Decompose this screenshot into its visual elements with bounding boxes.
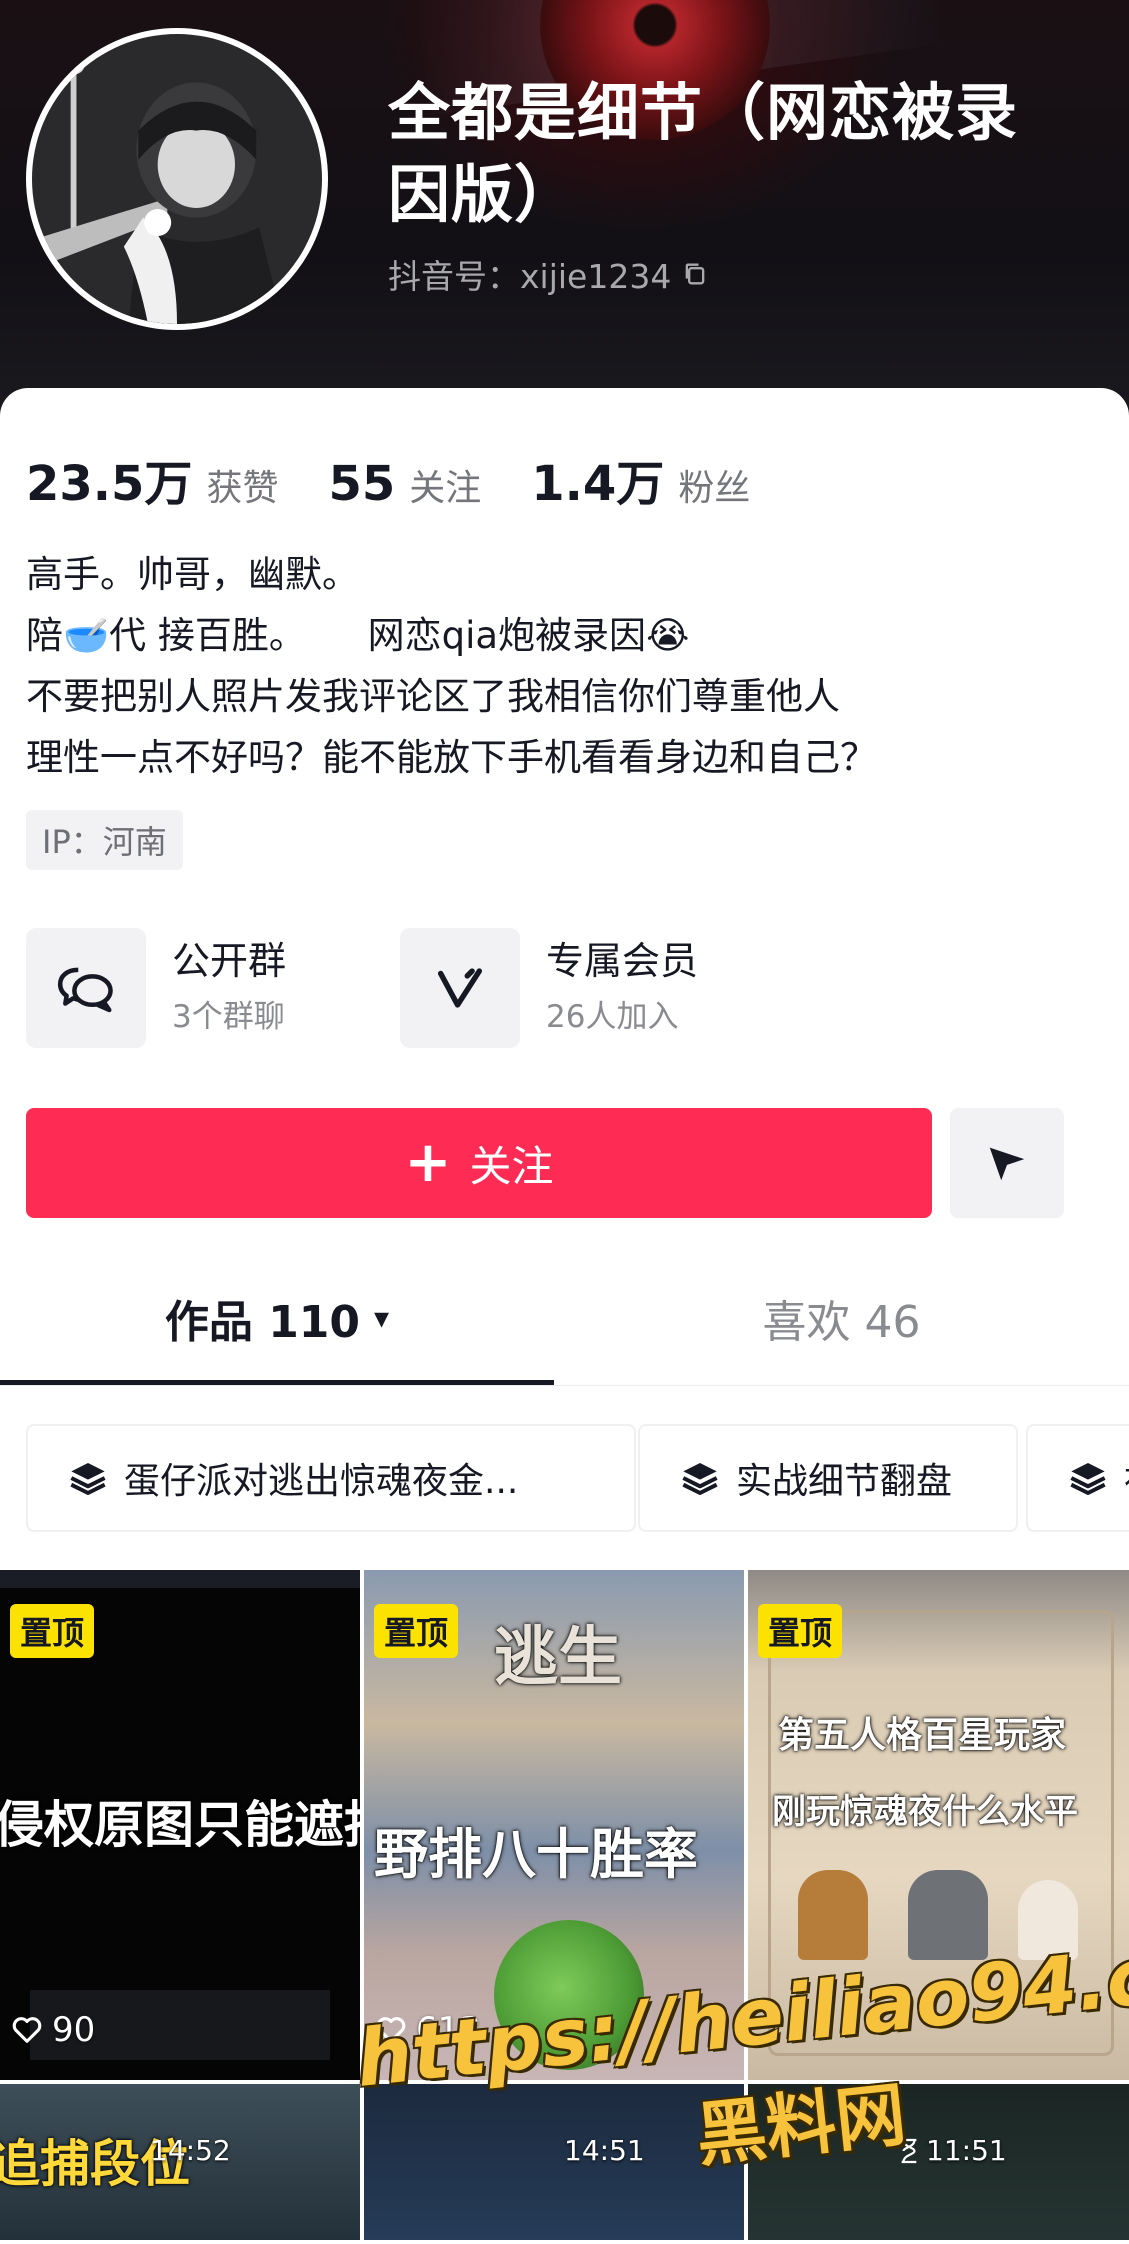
caret-down-icon: ▾ (374, 1300, 390, 1336)
video-caption: 刚玩惊魂夜什么水平 (772, 1792, 1078, 1832)
group-subtitle: 26人加入 (546, 999, 679, 1035)
profile-name: 全都是细节（网恋被录因版） (388, 76, 1019, 231)
stat-value: 23.5万 (26, 456, 193, 512)
tab-works[interactable]: 作品 110 ▾ (0, 1268, 554, 1368)
bio-text: 陪 (26, 614, 63, 657)
crying-emoji: 😭 (646, 614, 690, 657)
collection-label: 神 (1124, 1452, 1129, 1504)
like-count-value: 613 (416, 2010, 481, 2050)
collection-chip[interactable]: 蛋仔派对逃出惊魂夜金... (26, 1424, 636, 1532)
video-caption: 野排八十胜率 (374, 1823, 698, 1886)
like-count: 613 (374, 2010, 481, 2050)
follow-label: 关注 (469, 1141, 554, 1191)
stat-likes[interactable]: 23.5万 获赞 (26, 444, 278, 514)
bio-text: 代 接百胜。 (109, 614, 306, 657)
video-caption: 侵权原图只能遮挡 (0, 1796, 360, 1854)
stat-followers[interactable]: 1.4万 粉丝 (531, 444, 750, 514)
follow-row: + 关注 (26, 1108, 1106, 1218)
video-tile[interactable]: 置顶 侵权原图只能遮挡 90 (0, 1570, 360, 2080)
match-timer: 14:51 (564, 2134, 645, 2167)
video-caption-top: 第五人格百星玩家 (778, 1715, 1067, 1756)
exclusive-member-card[interactable]: 专属会员 26人加入 (400, 928, 698, 1048)
tab-label: 喜欢 46 (762, 1297, 921, 1348)
content-tabs: 作品 110 ▾ 喜欢 46 (0, 1268, 1129, 1378)
bio-line: 不要把别人照片发我评论区了我相信你们尊重他人 (26, 675, 840, 718)
stat-label: 获赞 (206, 468, 279, 509)
layers-icon (1070, 1463, 1106, 1495)
collection-label: 实战细节翻盘 (736, 1461, 953, 1502)
bio-text: 网恋qia炮被录因 (367, 614, 647, 657)
bio: 高手。帅哥，幽默。 陪🥣代 接百胜。 网恋qia炮被录因😭 不要把别人照片发我评… (26, 544, 1086, 788)
stat-label: 关注 (409, 468, 482, 509)
video-tile[interactable]: 11:51 (748, 2084, 1129, 2240)
group-row: 公开群 3个群聊 专属会员 26人加入 (26, 928, 1106, 1048)
stat-value: 55 (328, 456, 396, 512)
tile-status-bar (0, 1570, 360, 1588)
profile-card: 23.5万 获赞 55 关注 1.4万 粉丝 高手。帅哥，幽默。 陪🥣代 接百胜… (0, 388, 1129, 2240)
avatar[interactable] (26, 28, 328, 330)
stat-following[interactable]: 55 关注 (328, 456, 481, 512)
collections-row: 蛋仔派对逃出惊魂夜金... 实战细节翻盘 神 (26, 1424, 1129, 1534)
divider (0, 1385, 1129, 1386)
ip-location-tag: IP：河南 (26, 810, 183, 870)
video-tile[interactable]: 14:51 (364, 2084, 744, 2240)
pinned-badge: 置顶 (374, 1604, 459, 1658)
pinned-badge: 置顶 (758, 1604, 843, 1658)
bio-line: 高手。帅哥，幽默。 (26, 553, 359, 596)
douyin-id-text: 抖音号：xijie1234 (388, 257, 672, 296)
pinned-badge: 置顶 (10, 1604, 95, 1658)
follow-button[interactable]: + 关注 (26, 1108, 932, 1218)
tab-label: 作品 110 (164, 1297, 361, 1348)
group-title: 专属会员 (546, 939, 699, 983)
collection-chip[interactable]: 实战细节翻盘 (638, 1424, 1018, 1532)
tile-trophy (908, 1870, 988, 1960)
plus-icon: + (404, 1130, 452, 1195)
video-caption-top: 逃生 (494, 1621, 622, 1695)
video-tile[interactable]: 置顶 第五人格百星玩家 刚玩惊魂夜什么水平 (748, 1570, 1129, 2080)
heart-icon (12, 2017, 42, 2043)
tab-likes[interactable]: 喜欢 46 (554, 1268, 1129, 1368)
vip-v-icon (400, 928, 520, 1048)
video-tile[interactable]: 置顶 逃生 野排八十胜率 613 (364, 1570, 744, 2080)
like-count-value: 90 (52, 2010, 96, 2050)
douyin-id[interactable]: 抖音号：xijie1234 (388, 250, 709, 298)
video-tile[interactable]: 追捕段位 14:52 (0, 2084, 360, 2240)
match-timer: 11:51 (898, 2134, 1007, 2167)
bio-line: 陪🥣代 接百胜。 网恋qia炮被录因😭 (26, 605, 1086, 666)
match-timer-value: 11:51 (926, 2134, 1007, 2167)
copy-icon[interactable] (681, 260, 709, 288)
stat-label: 粉丝 (678, 468, 751, 509)
collection-label: 蛋仔派对逃出惊魂夜金... (124, 1461, 519, 1502)
stats-row: 23.5万 获赞 55 关注 1.4万 粉丝 (26, 444, 800, 514)
hourglass-icon (901, 2138, 917, 2163)
collection-chip[interactable]: 神 (1026, 1424, 1129, 1532)
chat-bubbles-icon (26, 928, 146, 1048)
heart-icon (376, 2017, 406, 2043)
bowl-emoji: 🥣 (63, 614, 110, 657)
group-title: 公开群 (172, 939, 287, 983)
bio-line: 理性一点不好吗？能不能放下手机看看身边和自己？ (26, 736, 877, 779)
layers-icon (682, 1463, 718, 1495)
public-group-card[interactable]: 公开群 3个群聊 (26, 928, 286, 1048)
tile-game-panel (768, 1610, 1114, 2056)
like-count: 90 (10, 2010, 95, 2050)
tile-trophy (798, 1870, 868, 1960)
match-timer: 14:52 (150, 2134, 231, 2167)
group-subtitle: 3个群聊 (172, 999, 285, 1035)
tile-trophy (1018, 1880, 1078, 1960)
layers-icon (70, 1463, 106, 1495)
match-timer-value: 14:51 (564, 2134, 645, 2167)
avatar-image (32, 34, 322, 324)
paper-plane-icon (989, 1147, 1025, 1181)
tile-game-character (494, 1920, 644, 2070)
send-message-button[interactable] (950, 1108, 1064, 1218)
stat-value: 1.4万 (531, 456, 665, 512)
match-timer-value: 14:52 (150, 2134, 231, 2167)
video-grid: 置顶 侵权原图只能遮挡 90 置顶 逃生 野排八十胜率 613 置顶 第五人格百… (0, 1570, 1129, 2240)
